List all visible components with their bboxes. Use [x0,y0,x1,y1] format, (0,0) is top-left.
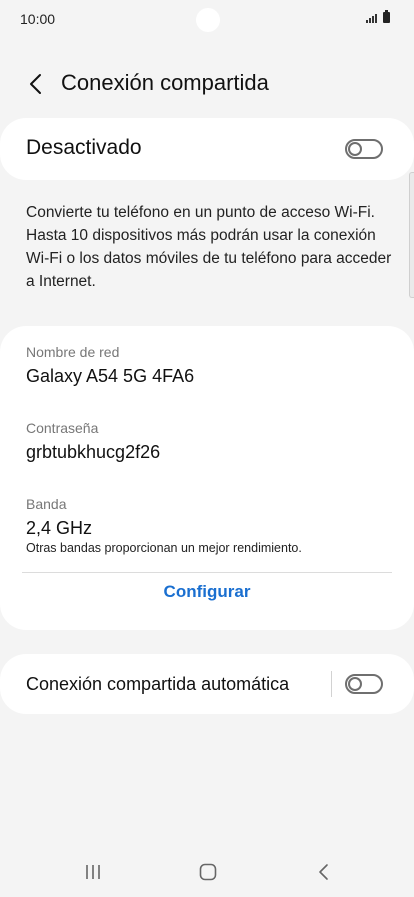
band-note: Otras bandas proporcionan un mejor rendi… [26,541,302,555]
vertical-divider [331,671,332,697]
page-title: Conexión compartida [61,70,269,95]
network-name-value: Galaxy A54 5G 4FA6 [26,366,195,386]
band-value: 2,4 GHz [26,518,93,538]
band-label: Banda [26,496,67,512]
auto-hotspot-toggle[interactable] [345,674,383,694]
network-info-card: Nombre de red Galaxy A54 5G 4FA6 Contras… [0,326,414,630]
hotspot-master-switch-card[interactable]: Desactivado [0,118,414,180]
battery-icon [383,10,390,23]
signal-icon [366,14,377,23]
divider [22,572,392,573]
password-value: grbtubkhucg2f26 [26,442,161,462]
status-time: 10:00 [20,11,56,27]
camera-cutout [196,8,220,32]
hotspot-toggle[interactable] [345,139,383,159]
password-label: Contraseña [26,420,99,436]
hotspot-description: Convierte tu teléfono en un punto de acc… [26,204,392,290]
app-bar: Conexión compartida [0,64,414,104]
navigation-bar [0,850,414,894]
home-icon[interactable] [198,862,218,887]
hotspot-status-label: Desactivado [26,136,142,159]
status-icons [366,10,390,23]
toggle-knob [348,142,362,156]
nav-back-icon[interactable] [316,862,332,887]
toggle-knob [348,677,362,691]
auto-hotspot-card[interactable]: Conexión compartida automática [0,654,414,714]
recent-apps-icon[interactable] [84,862,102,887]
auto-hotspot-label: Conexión compartida automática [26,674,290,694]
configure-button[interactable]: Configurar [0,582,414,602]
back-icon[interactable] [26,72,48,96]
status-bar: 10:00 [0,0,414,40]
network-name-label: Nombre de red [26,344,120,360]
scroll-indicator[interactable] [409,172,414,298]
